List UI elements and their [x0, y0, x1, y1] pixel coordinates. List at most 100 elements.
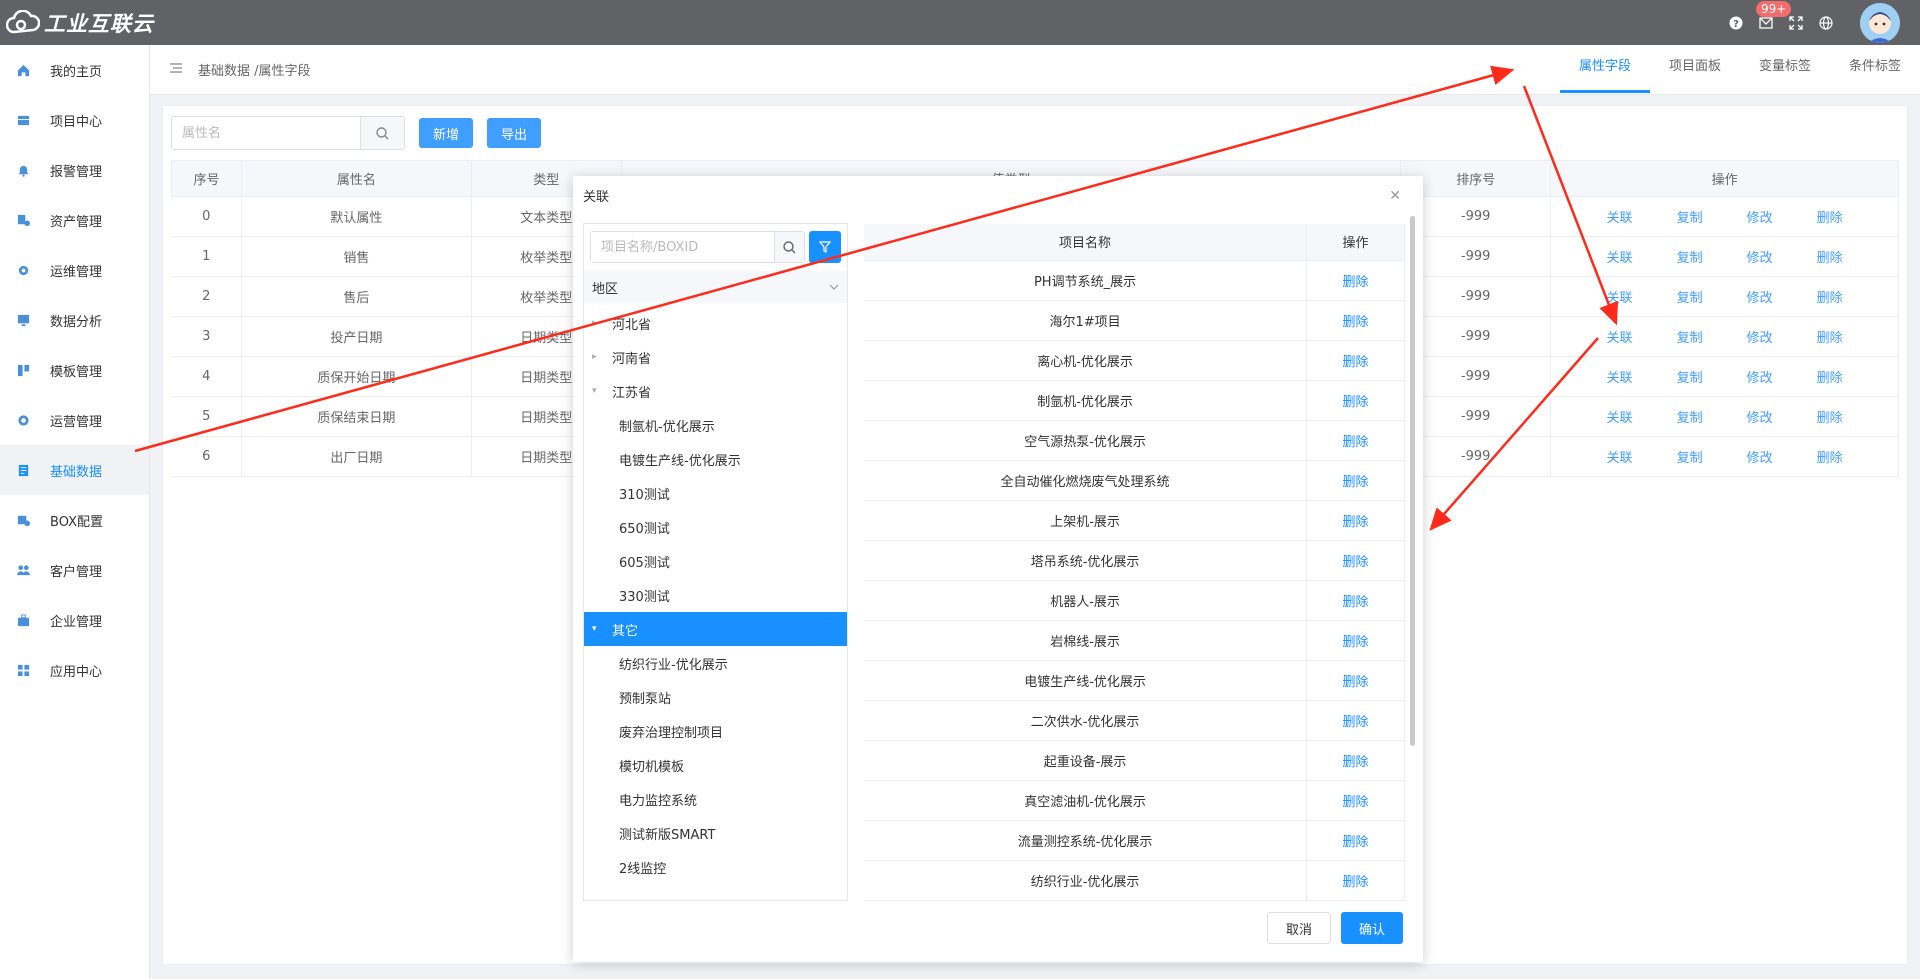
tree-node[interactable]: 电镀生产线-优化展示: [584, 442, 847, 476]
sidebar-item[interactable]: 数据分析: [0, 295, 149, 345]
row-action-link[interactable]: 修改: [1747, 371, 1773, 386]
tree-node[interactable]: 废弃治理控制项目: [584, 714, 847, 748]
sidebar-item[interactable]: 客户管理: [0, 545, 149, 595]
row-action-link[interactable]: 删除: [1817, 211, 1843, 226]
row-action-link[interactable]: 复制: [1677, 291, 1703, 306]
globe-icon[interactable]: [1818, 15, 1834, 31]
row-action-link[interactable]: 删除: [1817, 291, 1843, 306]
tree-node[interactable]: 预制泵站: [584, 680, 847, 714]
delete-link[interactable]: 删除: [1306, 500, 1405, 541]
tree-node[interactable]: 纺织行业-优化展示: [584, 646, 847, 680]
tree-node[interactable]: 电力监控系统: [584, 782, 847, 816]
project-search-input[interactable]: [591, 232, 774, 262]
row-action-link[interactable]: 复制: [1677, 411, 1703, 426]
delete-link[interactable]: 删除: [1306, 380, 1405, 421]
tree-node[interactable]: ▾ 江苏省: [584, 374, 847, 408]
row-action-link[interactable]: 复制: [1677, 251, 1703, 266]
tree-node[interactable]: 605测试: [584, 544, 847, 578]
row-action-link[interactable]: 关联: [1607, 291, 1633, 306]
delete-link[interactable]: 删除: [1306, 300, 1405, 341]
sidebar-item[interactable]: 应用中心: [0, 645, 149, 695]
delete-link[interactable]: 删除: [1306, 860, 1405, 901]
delete-link[interactable]: 删除: [1306, 620, 1405, 661]
row-action-link[interactable]: 修改: [1747, 251, 1773, 266]
row-action-link[interactable]: 关联: [1607, 211, 1633, 226]
tree-node[interactable]: 310测试: [584, 476, 847, 510]
row-action-link[interactable]: 修改: [1747, 211, 1773, 226]
row-action-link[interactable]: 关联: [1607, 371, 1633, 386]
delete-link[interactable]: 删除: [1306, 580, 1405, 621]
project-search-button[interactable]: [774, 232, 804, 262]
tree-node[interactable]: 测试新版SMART: [584, 816, 847, 850]
confirm-button[interactable]: 确认: [1340, 912, 1403, 944]
sidebar-item[interactable]: 报警管理: [0, 145, 149, 195]
delete-link[interactable]: 删除: [1306, 740, 1405, 781]
tree-node[interactable]: 2线监控: [584, 850, 847, 884]
fullscreen-icon[interactable]: [1788, 15, 1804, 31]
row-action-link[interactable]: 修改: [1747, 411, 1773, 426]
delete-link[interactable]: 删除: [1306, 780, 1405, 821]
row-action-link[interactable]: 复制: [1677, 211, 1703, 226]
row-action-link[interactable]: 删除: [1817, 411, 1843, 426]
user-avatar[interactable]: [1860, 2, 1900, 43]
tree-node[interactable]: 330测试: [584, 578, 847, 612]
sidebar-item[interactable]: 企业管理: [0, 595, 149, 645]
tab-item[interactable]: 变量标签: [1740, 45, 1830, 95]
region-dropdown[interactable]: 地区: [584, 271, 847, 303]
sidebar-item[interactable]: 基础数据: [0, 445, 149, 495]
row-action-link[interactable]: 复制: [1677, 371, 1703, 386]
dialog-scrollbar[interactable]: [1410, 216, 1415, 746]
row-action-link[interactable]: 删除: [1817, 371, 1843, 386]
tab-item[interactable]: 条件标签: [1830, 45, 1920, 95]
row-action-link[interactable]: 关联: [1607, 251, 1633, 266]
delete-link[interactable]: 删除: [1306, 700, 1405, 741]
delete-link[interactable]: 删除: [1306, 540, 1405, 581]
row-action-link[interactable]: 复制: [1677, 331, 1703, 346]
tree-node[interactable]: 模切机模板: [584, 748, 847, 782]
sidebar-item[interactable]: 资产管理: [0, 195, 149, 245]
logo[interactable]: 工业互联云: [6, 8, 154, 38]
delete-link[interactable]: 删除: [1306, 820, 1405, 861]
tree-node[interactable]: 制氩机-优化展示: [584, 408, 847, 442]
cancel-button[interactable]: 取消: [1266, 912, 1331, 944]
close-icon[interactable]: ✕: [1389, 188, 1401, 204]
row-action-link[interactable]: 删除: [1817, 331, 1843, 346]
asset-icon: [16, 213, 30, 227]
sidebar-item[interactable]: 运营管理: [0, 395, 149, 445]
row-action-link[interactable]: 关联: [1607, 451, 1633, 466]
filter-button[interactable]: [809, 231, 841, 263]
tree-node[interactable]: ▸ 河北省: [584, 306, 847, 340]
sidebar-item[interactable]: BOX配置: [0, 495, 149, 545]
attribute-search-input[interactable]: [172, 117, 360, 149]
row-action-link[interactable]: 关联: [1607, 411, 1633, 426]
delete-link[interactable]: 删除: [1306, 420, 1405, 461]
search-button[interactable]: [360, 117, 404, 149]
menu-toggle-icon[interactable]: [170, 62, 182, 77]
tree-node[interactable]: 650测试: [584, 510, 847, 544]
tab-item[interactable]: 属性字段: [1560, 45, 1650, 95]
row-action-link[interactable]: 关联: [1607, 331, 1633, 346]
row-action-link[interactable]: 修改: [1747, 451, 1773, 466]
delete-link[interactable]: 删除: [1306, 340, 1405, 381]
help-icon[interactable]: ?: [1728, 15, 1744, 31]
add-button[interactable]: 新增: [419, 118, 474, 148]
tab-item[interactable]: 项目面板: [1650, 45, 1740, 95]
delete-link[interactable]: 删除: [1306, 260, 1405, 301]
sidebar-item[interactable]: 模板管理: [0, 345, 149, 395]
row-action-link[interactable]: 复制: [1677, 451, 1703, 466]
sidebar-item[interactable]: 我的主页: [0, 45, 149, 95]
tree-node[interactable]: ▸ 河南省: [584, 340, 847, 374]
row-action-link[interactable]: 删除: [1817, 451, 1843, 466]
tree-node[interactable]: ▾ 其它: [584, 612, 847, 646]
sidebar-item[interactable]: 项目中心: [0, 95, 149, 145]
row-action-link[interactable]: 修改: [1747, 291, 1773, 306]
mail-icon[interactable]: 99+: [1756, 0, 1792, 31]
export-button[interactable]: 导出: [487, 118, 542, 148]
row-action-link[interactable]: 删除: [1817, 251, 1843, 266]
delete-link[interactable]: 删除: [1306, 660, 1405, 701]
delete-link[interactable]: 删除: [1306, 460, 1405, 501]
sidebar-item[interactable]: 运维管理: [0, 245, 149, 295]
row-action-link[interactable]: 修改: [1747, 331, 1773, 346]
tree-node-label: 其它: [612, 623, 639, 639]
tree-node-label: 310测试: [619, 487, 670, 503]
